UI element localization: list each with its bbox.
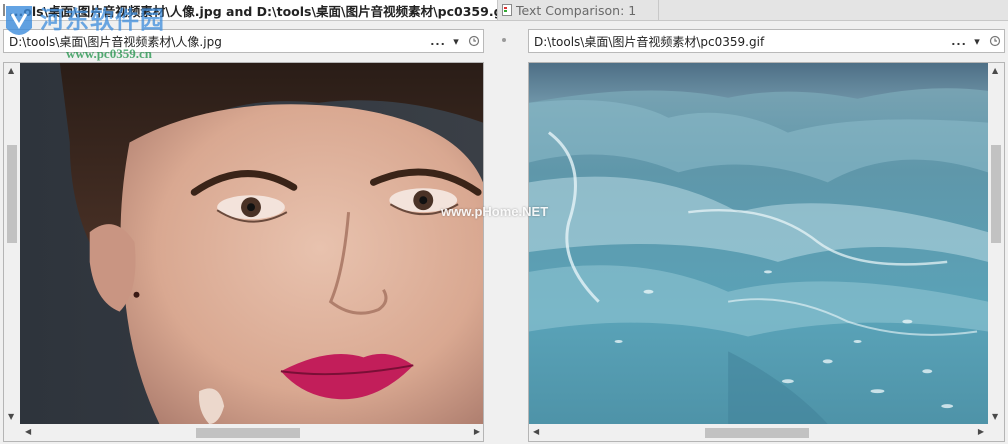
right-image-canvas: [529, 63, 988, 424]
right-browse-button[interactable]: ...: [950, 30, 968, 52]
scroll-left-arrow-icon[interactable]: ◀: [25, 428, 31, 436]
left-image-canvas: [20, 63, 483, 424]
text-compare-icon: [502, 4, 512, 16]
tab-bar: ...ols\桌面\图片音视频素材\人像.jpg and D:\tools\桌面…: [0, 0, 1008, 21]
history-clock-icon: [468, 35, 480, 47]
image-compare-icon: [3, 4, 5, 16]
right-path-bar: D:\tools\桌面\图片音视频素材\pc0359.gif ... ▾: [528, 29, 1005, 53]
left-horizontal-scroll-thumb[interactable]: [196, 428, 300, 438]
splitter-handle[interactable]: [502, 38, 506, 42]
right-vertical-scrollbar[interactable]: ▲ ▼: [988, 63, 1004, 424]
left-horizontal-scrollbar[interactable]: ◀ ▶: [4, 424, 483, 441]
tab-text-comparison-label: Text Comparison: 1: [516, 2, 637, 18]
left-dropdown-button[interactable]: ▾: [447, 30, 465, 52]
right-dropdown-button[interactable]: ▾: [968, 30, 986, 52]
left-image-pane: ▲ ▼ ◀ ▶: [3, 62, 484, 442]
right-image-pane: ▲ ▼ ◀ ▶: [528, 62, 1005, 442]
portrait-image: [20, 63, 483, 424]
right-path-field[interactable]: D:\tools\桌面\图片音视频素材\pc0359.gif: [529, 33, 950, 50]
left-vertical-scroll-thumb[interactable]: [7, 145, 17, 243]
scroll-right-arrow-icon[interactable]: ▶: [474, 428, 480, 436]
right-horizontal-scrollbar[interactable]: ◀ ▶: [529, 424, 1004, 441]
right-history-button[interactable]: [986, 30, 1004, 52]
tab-text-comparison[interactable]: Text Comparison: 1: [499, 0, 659, 20]
right-vertical-scroll-thumb[interactable]: [991, 145, 1001, 243]
scroll-up-arrow-icon[interactable]: ▲: [8, 67, 14, 75]
left-path-field[interactable]: D:\tools\桌面\图片音视频素材\人像.jpg: [4, 33, 429, 50]
left-history-button[interactable]: [465, 30, 483, 52]
left-vertical-scrollbar[interactable]: ▲ ▼: [4, 63, 20, 424]
left-path-bar: D:\tools\桌面\图片音视频素材\人像.jpg ... ▾: [3, 29, 484, 53]
scroll-up-arrow-icon[interactable]: ▲: [992, 67, 998, 75]
scroll-down-arrow-icon[interactable]: ▼: [8, 413, 14, 421]
history-clock-icon: [989, 35, 1001, 47]
ocean-waves-image: [529, 63, 988, 424]
tab-bar-empty-area: [660, 0, 1008, 20]
tab-image-comparison-label: ...ols\桌面\图片音视频素材\人像.jpg and D:\tools\桌面…: [9, 3, 498, 19]
scroll-right-arrow-icon[interactable]: ▶: [978, 428, 984, 436]
tab-image-comparison[interactable]: ...ols\桌面\图片音视频素材\人像.jpg and D:\tools\桌面…: [0, 0, 498, 20]
left-browse-button[interactable]: ...: [429, 30, 447, 52]
scroll-left-arrow-icon[interactable]: ◀: [533, 428, 539, 436]
scroll-down-arrow-icon[interactable]: ▼: [992, 413, 998, 421]
watermark-center-text: www.pHome.NET: [441, 204, 549, 219]
right-horizontal-scroll-thumb[interactable]: [705, 428, 809, 438]
